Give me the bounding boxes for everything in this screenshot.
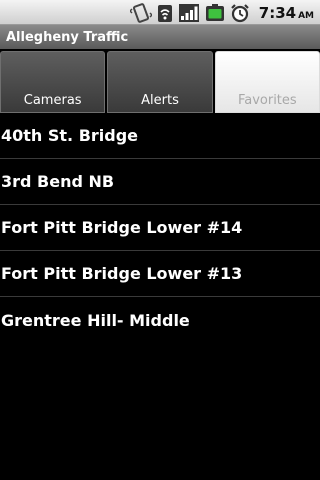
list-item-label: Fort Pitt Bridge Lower #13: [1, 264, 243, 283]
screen: 7:34 AM Allegheny Traffic Cameras Alerts…: [0, 0, 320, 480]
list-item[interactable]: Fort Pitt Bridge Lower #14: [0, 205, 320, 251]
app-title: Allegheny Traffic: [6, 29, 129, 45]
tab-cameras[interactable]: Cameras: [0, 51, 106, 113]
clock-ampm: AM: [298, 10, 314, 21]
tab-alerts-label: Alerts: [141, 93, 179, 108]
signal-icon: [178, 3, 199, 22]
list-item[interactable]: 3rd Bend NB: [0, 159, 320, 205]
tab-alerts[interactable]: Alerts: [107, 51, 213, 113]
list-item-label: 3rd Bend NB: [1, 172, 115, 191]
status-bar: 7:34 AM: [0, 0, 320, 25]
list-item-label: Grentree Hill- Middle: [1, 310, 190, 330]
vibrate-icon: [129, 2, 152, 23]
wifi-icon: [157, 4, 172, 22]
clock-time: 7:34: [258, 3, 297, 22]
list-item-label: Fort Pitt Bridge Lower #14: [1, 218, 243, 237]
tab-favorites[interactable]: Favorites: [214, 51, 320, 113]
list-item-label: 40th St. Bridge: [1, 126, 139, 145]
tab-cameras-label: Cameras: [23, 93, 82, 108]
status-icons: 7:34 AM: [129, 0, 314, 25]
favorites-list: 40th St. Bridge 3rd Bend NB Fort Pitt Br…: [0, 113, 320, 343]
tab-bar: Cameras Alerts Favorites: [0, 49, 320, 113]
list-item[interactable]: Grentree Hill- Middle: [0, 297, 320, 343]
list-item[interactable]: Fort Pitt Bridge Lower #13: [0, 251, 320, 297]
tab-favorites-label: Favorites: [237, 93, 297, 108]
battery-icon: [205, 3, 224, 21]
status-clock: 7:34 AM: [259, 4, 314, 22]
list-item[interactable]: 40th St. Bridge: [0, 113, 320, 159]
alarm-icon: [230, 3, 249, 22]
title-bar: Allegheny Traffic: [0, 25, 320, 49]
